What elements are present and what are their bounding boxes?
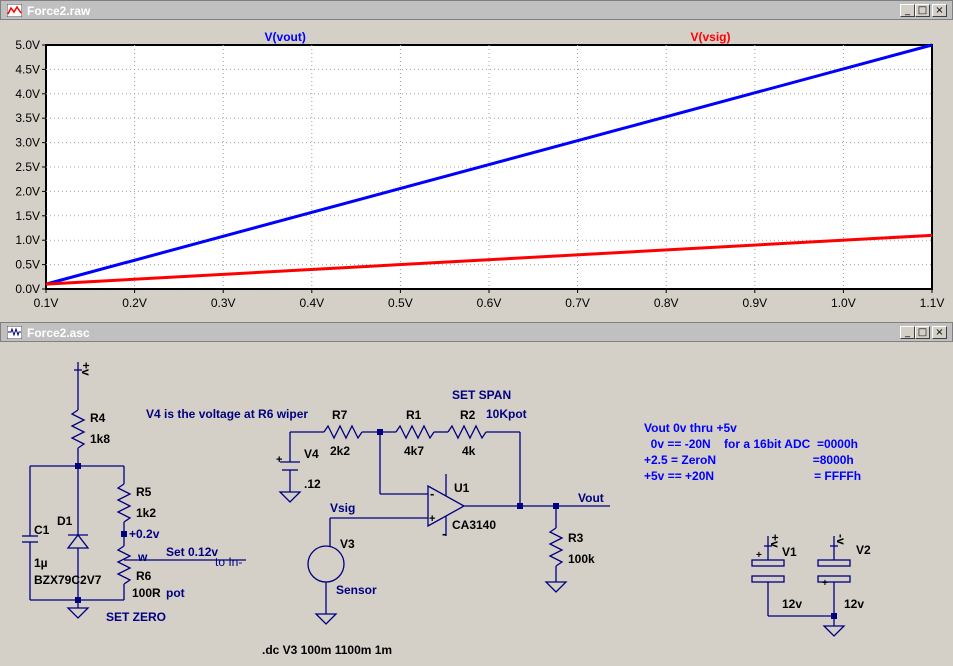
net-vsig: Vsig bbox=[330, 501, 355, 515]
maximize-button[interactable]: □ bbox=[915, 326, 930, 339]
x-tick-label: 0.7V bbox=[565, 296, 590, 310]
vs-plus-sign: + bbox=[276, 454, 282, 466]
y-tick-label: 0.5V bbox=[15, 258, 40, 272]
r3-name: R3 bbox=[568, 531, 584, 545]
vsrc-plus-label: +v bbox=[79, 362, 93, 376]
r6-name: R6 bbox=[136, 569, 152, 583]
y-tick-label: 4.5V bbox=[15, 62, 40, 76]
x-tick-label: 0.3V bbox=[211, 296, 236, 310]
opamp-plus: + bbox=[429, 513, 435, 525]
adc-note-line: +2.5 = ZeroN =8000h bbox=[644, 453, 854, 467]
x-tick-label: 1.0V bbox=[831, 296, 856, 310]
r2-name: R2 bbox=[460, 408, 476, 422]
v3-name: V3 bbox=[340, 537, 355, 551]
r7-value: 2k2 bbox=[330, 444, 350, 458]
set-span-label: SET SPAN bbox=[452, 388, 511, 402]
waveform-plot[interactable]: 0.0V 0.5V 1.0V 1.5V 2.0V 2.5V 3.0V 3.5V 4.0V 4.5V… bbox=[0, 20, 953, 322]
net-to-in-minus: to In- bbox=[215, 555, 242, 569]
schematic-window-title: Force2.asc bbox=[27, 326, 90, 340]
x-tick-label: 0.6V bbox=[477, 296, 502, 310]
maximize-button[interactable]: □ bbox=[915, 4, 930, 17]
y-tick-label: 0.0V bbox=[15, 282, 40, 296]
close-button[interactable]: × bbox=[932, 4, 947, 17]
r7-name: R7 bbox=[332, 408, 348, 422]
y-tick-label: 2.0V bbox=[15, 184, 40, 198]
x-tick-label: 0.8V bbox=[654, 296, 679, 310]
y-tick-label: 1.5V bbox=[15, 209, 40, 223]
y-tick-label: 4.0V bbox=[15, 87, 40, 101]
pot-label: pot bbox=[166, 586, 185, 600]
schematic-titlebar[interactable]: Force2.asc _ □ × bbox=[0, 322, 953, 342]
set-zero-label: SET ZERO bbox=[106, 610, 166, 624]
close-button[interactable]: × bbox=[932, 326, 947, 339]
schematic-window: Force2.asc _ □ × +v +v -v R4 1k8 R5 1k2 … bbox=[0, 322, 953, 666]
adc-note-line: Vout 0v thru +5v bbox=[644, 421, 737, 435]
legend-label[interactable]: V(vsig) bbox=[690, 30, 730, 44]
waveform-app-icon bbox=[7, 4, 22, 17]
r4-name: R4 bbox=[90, 411, 106, 425]
opamp-minus: - bbox=[442, 526, 446, 541]
x-tick-label: 0.4V bbox=[299, 296, 324, 310]
x-tick-label: 1.1V bbox=[920, 296, 945, 310]
minimize-button[interactable]: _ bbox=[900, 4, 915, 17]
waveform-titlebar[interactable]: Force2.raw _ □ × bbox=[0, 0, 953, 20]
schematic-app-icon bbox=[7, 326, 22, 339]
adc-note-line: 0v == -20N for a 16bit ADC =0000h bbox=[644, 437, 858, 451]
r3-value: 100k bbox=[568, 552, 595, 566]
y-tick-label: 3.5V bbox=[15, 111, 40, 125]
u1-value: CA3140 bbox=[452, 518, 496, 532]
sensor-label: Sensor bbox=[336, 583, 377, 597]
r4-value: 1k8 bbox=[90, 432, 110, 446]
v4-name: V4 bbox=[304, 447, 319, 461]
r1-value: 4k7 bbox=[404, 444, 424, 458]
net-vout: Vout bbox=[578, 491, 604, 505]
r6-value: 100R bbox=[132, 586, 161, 600]
v1-name: V1 bbox=[782, 545, 797, 559]
y-tick-label: 5.0V bbox=[15, 38, 40, 52]
v1-value: 12v bbox=[782, 597, 802, 611]
v2-name: V2 bbox=[856, 543, 871, 557]
y-axis-ticks: 0.0V 0.5V 1.0V 1.5V 2.0V 2.5V 3.0V 3.5V 4.0V 4.5V… bbox=[15, 38, 46, 296]
set-012-label: Set 0.12v bbox=[166, 545, 218, 559]
v2-value: 12v bbox=[844, 597, 864, 611]
r2-value: 4k bbox=[462, 444, 476, 458]
y-tick-label: 3.0V bbox=[15, 136, 40, 150]
waveform-window: Force2.raw _ □ × 0.0V 0.5V 1.0V 1.5V 2.0V 2.5… bbox=[0, 0, 953, 322]
v1-plus-sign: + bbox=[756, 550, 762, 561]
d1-name: D1 bbox=[57, 514, 73, 528]
x-tick-label: 0.2V bbox=[122, 296, 147, 310]
u1-name: U1 bbox=[454, 481, 470, 495]
plot-legend: V(vout) V(vsig) bbox=[265, 30, 731, 44]
x-tick-label: 0.1V bbox=[34, 296, 59, 310]
v2-plus-sign: + bbox=[822, 578, 828, 589]
legend-label[interactable]: V(vout) bbox=[265, 30, 306, 44]
y-tick-label: 2.5V bbox=[15, 160, 40, 174]
d1-value: BZX79C2V7 bbox=[34, 573, 102, 587]
r5-name: R5 bbox=[136, 485, 152, 499]
net-0-2v: +0.2v bbox=[129, 527, 160, 541]
vsrc-minus-label: -v bbox=[834, 534, 848, 545]
dc-directive[interactable]: .dc V3 100m 1100m 1m bbox=[262, 643, 392, 657]
vsrc-plus-label: +v bbox=[768, 534, 782, 548]
pot-10k-label: 10Kpot bbox=[486, 407, 527, 421]
x-axis-ticks: 0.1V 0.2V 0.3V 0.4V 0.5V 0.6V 0.7V 0.8V 0.9V 1.0V… bbox=[34, 289, 945, 310]
x-tick-label: 0.5V bbox=[388, 296, 413, 310]
opamp-minus: - bbox=[430, 486, 434, 501]
c1-value: 1µ bbox=[34, 556, 48, 570]
waveform-window-title: Force2.raw bbox=[27, 4, 91, 18]
v4-value: .12 bbox=[304, 477, 321, 491]
r1-name: R1 bbox=[406, 408, 422, 422]
schematic-canvas[interactable]: +v +v -v R4 1k8 R5 1k2 R6 100R C1 1µ D1 … bbox=[0, 342, 953, 666]
minimize-button[interactable]: _ bbox=[900, 326, 915, 339]
adc-note-line: +5v == +20N = FFFFh bbox=[644, 469, 861, 483]
y-tick-label: 1.0V bbox=[15, 233, 40, 247]
v4-note: V4 is the voltage at R6 wiper bbox=[146, 407, 308, 421]
c1-name: C1 bbox=[34, 523, 50, 537]
wiper-label: w bbox=[137, 550, 148, 564]
x-tick-label: 0.9V bbox=[742, 296, 767, 310]
r5-value: 1k2 bbox=[136, 506, 156, 520]
